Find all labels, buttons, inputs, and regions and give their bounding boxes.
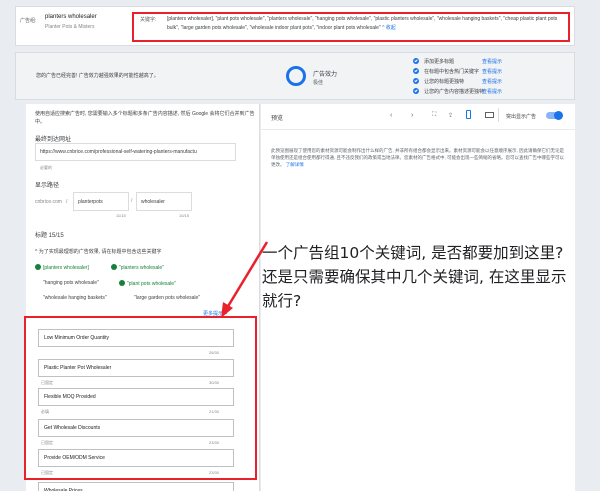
final-url-input[interactable]: https://www.cnbrice.com/professional-sel…	[35, 143, 236, 161]
desktop-view-icon[interactable]	[485, 112, 494, 118]
view-tips-link[interactable]: 查看提示	[482, 78, 502, 85]
learn-more-link[interactable]: 了解详情	[286, 162, 304, 167]
prev-arrow-icon[interactable]: ‹	[390, 112, 392, 119]
keyword-suggestion: [planters wholesaler]	[35, 264, 89, 271]
display-domain: cnbrice.com	[35, 199, 62, 205]
path2-counter: 10/15	[179, 213, 190, 218]
highlight-ad-label: 突出显示广告	[506, 114, 537, 120]
check-circle-icon	[413, 68, 419, 74]
ad-group-subtitle: Planter Pots & Misters	[45, 24, 95, 30]
keyword-suggestion: "planters wholesale"	[111, 264, 164, 271]
next-arrow-icon[interactable]: ›	[411, 112, 413, 119]
view-tips-link[interactable]: 查看提示	[482, 68, 502, 75]
keyword-suggestion: "plant pots wholesale"	[119, 280, 176, 287]
share-icon[interactable]: ⇪	[448, 112, 453, 119]
keywords-list: [planters wholesaler], "plant pots whole…	[167, 15, 565, 33]
view-tips-link[interactable]: 查看提示	[482, 88, 502, 95]
preview-label: 预览	[271, 116, 284, 122]
view-tips-link[interactable]: 查看提示	[482, 58, 502, 65]
headlines-label: 标题 15/15	[35, 233, 64, 239]
path2-input[interactable]: wholesaler	[136, 192, 192, 211]
headlines-highlight-box	[24, 316, 257, 480]
editor-intro: 使用自适应搜索广告时, 您需要输入多个标题和多条广告内容描述, 然后 Googl…	[35, 111, 255, 125]
annotation-arrow	[221, 241, 269, 318]
checklist-item: 让您的标题更独特 查看提示	[413, 76, 573, 86]
checklist-item: 在标题中包含热门关键字 查看提示	[413, 66, 573, 76]
keywords-collapse-link[interactable]: ^ 收起	[382, 25, 396, 31]
annotation-question: 一个广告组10个关键词, 是否都要加到这里? 还是只需要确保其中几个关键词, 在…	[262, 244, 567, 310]
keyword-suggestion: "hanging pots wholesale"	[43, 280, 99, 286]
ad-group-label: 广告组:	[20, 18, 37, 24]
fullscreen-icon[interactable]: ⛶	[432, 112, 436, 119]
checklist-item: 添加更多标题 查看提示	[413, 56, 573, 66]
ad-strength-title: 广告效力	[313, 72, 338, 78]
path-separator: /	[66, 199, 68, 205]
mobile-view-icon[interactable]	[466, 110, 471, 119]
ad-strength-message: 您的广告已经完善! 广告效力越强效果的可能性越高了。	[36, 73, 159, 79]
checklist-item: 让您的广告内容描述更独特 查看提示	[413, 86, 573, 96]
check-icon	[119, 280, 125, 286]
path-separator: /	[131, 198, 133, 204]
check-circle-icon	[413, 78, 419, 84]
ad-strength-checklist: 添加更多标题 查看提示 在标题中包含热门关键字 查看提示 让您的标题更独特 查看…	[413, 56, 573, 96]
keyword-suggestions-toggle[interactable]: ^ 为了实现最理想的广告效果, 请在标题中包含这些关键字	[35, 248, 162, 255]
final-url-label: 最终到达网址	[35, 137, 72, 143]
highlight-ad-toggle[interactable]	[546, 111, 563, 120]
display-path-label: 显示路径	[35, 183, 60, 189]
check-icon	[111, 264, 117, 270]
check-circle-icon	[413, 58, 419, 64]
ad-strength-ring-icon	[286, 66, 306, 86]
path1-counter: 11/15	[116, 213, 126, 218]
ad-strength-level: 极佳	[313, 80, 324, 86]
keyword-suggestion: "wholesale hanging baskets"	[43, 295, 107, 301]
check-icon	[35, 264, 41, 270]
check-circle-icon	[413, 88, 419, 94]
headline-input[interactable]: Wholesale Prices	[38, 482, 234, 491]
preview-disclaimer: 此预览图展现了使用您的素材资源可能会制作出什么样的广告, 并非所有组合都会显示出…	[271, 148, 564, 167]
toolbar-divider	[498, 108, 499, 122]
ad-group-name[interactable]: planters wholesaler	[45, 14, 97, 20]
final-url-helper: 必要的	[40, 165, 52, 170]
path1-input[interactable]: planterpots	[73, 192, 129, 211]
keywords-text: [planters wholesaler], "plant pots whole…	[167, 16, 558, 31]
keywords-label: 关键字:	[140, 17, 157, 23]
